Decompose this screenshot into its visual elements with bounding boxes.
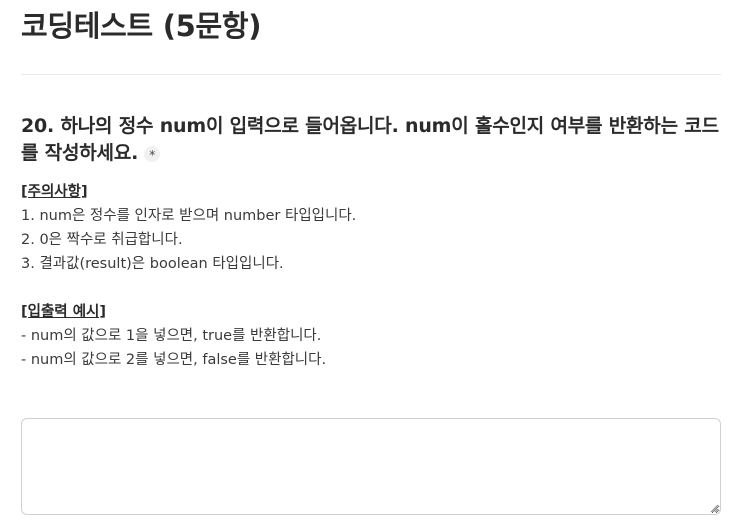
answer-textarea[interactable] xyxy=(21,418,721,515)
page-title: 코딩테스트 (5문항) xyxy=(21,9,262,43)
title-divider xyxy=(21,74,721,75)
examples-section: [입출력 예시] - num의 값으로 1을 넣으면, true를 반환합니다.… xyxy=(21,300,721,372)
notes-item: 3. 결과값(result)은 boolean 타입입니다. xyxy=(21,256,284,272)
page: 코딩테스트 (5문항) 20. 하나의 정수 num이 입력으로 들어옵니다. … xyxy=(0,0,737,525)
notes-item: 2. 0은 짝수로 취급합니다. xyxy=(21,232,183,248)
example-item: - num의 값으로 1을 넣으면, true를 반환합니다. xyxy=(21,328,322,344)
required-asterisk-icon: * xyxy=(144,145,161,162)
question-label: 20. 하나의 정수 num이 입력으로 들어옵니다. num이 홀수인지 여부… xyxy=(21,115,719,164)
notes-item: 1. num은 정수를 인자로 받으며 number 타입입니다. xyxy=(21,208,357,224)
notes-heading: [주의사항] xyxy=(21,184,88,200)
notes-section: [주의사항] 1. num은 정수를 인자로 받으며 number 타입입니다.… xyxy=(21,180,721,276)
question-text: 20. 하나의 정수 num이 입력으로 들어옵니다. num이 홀수인지 여부… xyxy=(21,113,721,167)
example-item: - num의 값으로 2를 넣으면, false를 반환합니다. xyxy=(21,352,327,368)
examples-heading: [입출력 예시] xyxy=(21,304,107,320)
